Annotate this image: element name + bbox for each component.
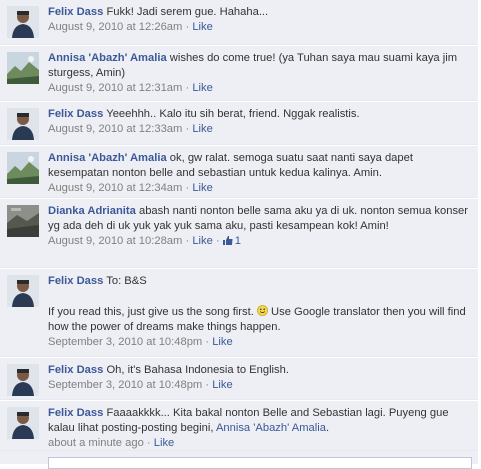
comment-item: Felix Dass To: B&S If you read this, jus… [0,269,478,357]
comment-timestamp[interactable]: August 9, 2010 at 12:33am [48,123,182,135]
comment-author[interactable]: Felix Dass [48,108,103,120]
comment-author[interactable]: Felix Dass [48,407,103,419]
comment-item: Annisa 'Abazh' Amalia wishes do come tru… [0,46,478,101]
comment-author[interactable]: Felix Dass [48,275,103,287]
mention-link[interactable]: Annisa 'Abazh' Amalia [216,422,326,434]
thumbs-up-icon[interactable] [222,235,233,245]
comment-timestamp[interactable]: August 9, 2010 at 12:26am [48,21,182,33]
comment-item: Annisa 'Abazh' Amalia ok, gw ralat. semo… [0,146,478,198]
comment-author[interactable]: Felix Dass [48,364,103,376]
comment-meta: August 9, 2010 at 10:28am · Like · 1 [48,234,472,249]
comment-item: Felix Dass Yeeehhh.. Kalo itu sih berat,… [0,102,478,145]
landscape-avatar-annisa[interactable] [7,152,39,184]
comment-timestamp[interactable]: September 3, 2010 at 10:48pm [48,336,202,348]
comment-author[interactable]: Annisa 'Abazh' Amalia [48,52,167,64]
meta-separator: · [182,21,193,33]
meta-separator: · [182,82,193,94]
like-link[interactable]: Like [192,123,213,135]
comment-timestamp[interactable]: August 9, 2010 at 10:28am [48,235,182,247]
comment-meta: August 9, 2010 at 12:31am · Like [48,81,472,96]
comment-text: To: B&S [106,275,147,287]
like-link[interactable]: Like [192,82,213,94]
comment-item: Felix Dass Fukk! Jadi serem gue. Hahaha.… [0,0,478,45]
comment-item: Felix Dass Faaaakkkk... Kita bakal nonto… [0,401,478,451]
comment-meta: September 3, 2010 at 10:48pm · Like [48,335,472,350]
like-link[interactable]: Like [212,336,233,348]
meta-separator: · [143,437,154,449]
person-avatar-felix[interactable] [7,407,39,439]
meta-separator: · [182,235,193,247]
like-link[interactable]: Like [192,182,213,194]
comment-item: Felix Dass Oh, it's Bahasa Indonesia to … [0,358,478,400]
like-count[interactable]: 1 [235,235,241,247]
smiley-icon [257,305,268,316]
comment-text: Yeeehhh.. Kalo itu sih berat, friend. Ng… [106,108,360,120]
comment-item: Dianka Adrianita abash nanti nonton bell… [0,199,478,268]
comment-timestamp[interactable]: September 3, 2010 at 10:48pm [48,379,202,391]
comment-timestamp[interactable]: August 9, 2010 at 12:31am [48,82,182,94]
mention-suffix: . [325,422,330,434]
person-avatar-felix[interactable] [7,108,39,140]
comment-text-paragraph: If you read this, just give us the song … [48,305,472,335]
like-link[interactable]: Like [154,437,175,449]
comment-author[interactable]: Felix Dass [48,6,103,18]
meta-separator: · [202,379,213,391]
comment-meta: about a minute ago · Like [48,436,472,451]
comment-meta: August 9, 2010 at 12:33am · Like [48,122,472,137]
meta-separator: · [202,336,213,348]
comment-author[interactable]: Annisa 'Abazh' Amalia [48,152,167,164]
meta-separator: · [182,123,193,135]
person-avatar-felix[interactable] [7,364,39,396]
like-link[interactable]: Like [192,21,213,33]
comment-text: Oh, it's Bahasa Indonesia to English. [106,364,289,376]
reply-input[interactable] [48,457,472,469]
landscape-avatar-annisa[interactable] [7,52,39,84]
meta-separator: · [182,182,193,194]
like-link[interactable]: Like [192,235,213,247]
comment-author[interactable]: Dianka Adrianita [48,205,136,217]
comment-meta: August 9, 2010 at 12:34am · Like [48,181,472,196]
meta-separator: · [212,235,223,247]
person-avatar-felix[interactable] [7,275,39,307]
comment-meta: September 3, 2010 at 10:48pm · Like [48,378,472,393]
comment-text: If you read this, just give us the song … [48,306,254,318]
comment-thread: Felix Dass Fukk! Jadi serem gue. Hahaha.… [0,0,481,469]
comment-timestamp[interactable]: August 9, 2010 at 12:34am [48,182,182,194]
comment-text: Fukk! Jadi serem gue. Hahaha... [106,6,269,18]
comment-meta: August 9, 2010 at 12:26am · Like [48,20,472,35]
person-avatar-felix[interactable] [7,6,39,38]
comment-timestamp[interactable]: about a minute ago [48,437,144,449]
like-link[interactable]: Like [212,379,233,391]
photo-avatar-dianka[interactable] [7,205,39,237]
